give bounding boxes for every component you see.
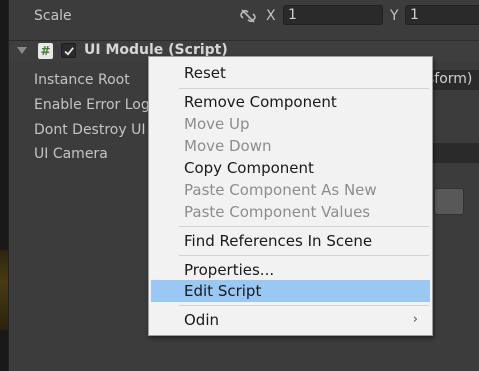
field-label-instance-root: Instance Root [34, 72, 130, 88]
menu-item-reset[interactable]: Reset [151, 62, 430, 84]
scene-view-strip [0, 0, 9, 371]
component-enabled-checkbox[interactable] [61, 43, 76, 58]
field-label-enable-error-log: Enable Error Log [34, 97, 150, 113]
menu-item-move-up: Move Up [184, 115, 250, 133]
unity-editor-window: Scale X 1 Y 1 # UI Module (Script) Insta… [0, 0, 479, 371]
scale-x-field[interactable]: 1 [283, 5, 383, 25]
menu-item-edit-script[interactable]: Edit Script [151, 280, 430, 302]
menu-item-odin-label: Odin [184, 311, 220, 329]
foldout-arrow-icon[interactable] [17, 47, 27, 54]
menu-item-remove-component[interactable]: Remove Component [151, 91, 430, 113]
menu-item-paste-component-values: Paste Component Values [184, 203, 371, 221]
field-label-dont-destroy-ui: Dont Destroy UI [34, 122, 146, 138]
component-context-menu: Reset Remove Component Move Up Move Down… [148, 56, 433, 336]
x-axis-label: X [266, 8, 276, 24]
menu-item-find-references-in-scene[interactable]: Find References In Scene [151, 230, 430, 252]
menu-separator [179, 226, 429, 227]
submenu-arrow-icon: › [412, 312, 418, 327]
scale-y-field[interactable]: 1 [405, 5, 479, 25]
csharp-script-icon: # [38, 43, 53, 59]
menu-item-properties[interactable]: Properties... [151, 259, 430, 281]
scale-label: Scale [34, 8, 72, 24]
checkmark-icon [64, 47, 74, 56]
menu-separator [179, 305, 429, 306]
menu-separator [179, 88, 429, 89]
menu-item-copy-component[interactable]: Copy Component [151, 157, 430, 179]
y-axis-label: Y [390, 8, 399, 24]
unlinked-chain-icon[interactable] [239, 7, 257, 25]
field-label-ui-camera: UI Camera [34, 146, 108, 162]
add-component-button[interactable] [434, 188, 464, 215]
menu-item-move-down: Move Down [184, 137, 272, 155]
menu-item-paste-component-as-new: Paste Component As New [184, 181, 377, 199]
menu-separator [179, 255, 429, 256]
menu-item-odin[interactable]: Odin › [151, 309, 430, 331]
